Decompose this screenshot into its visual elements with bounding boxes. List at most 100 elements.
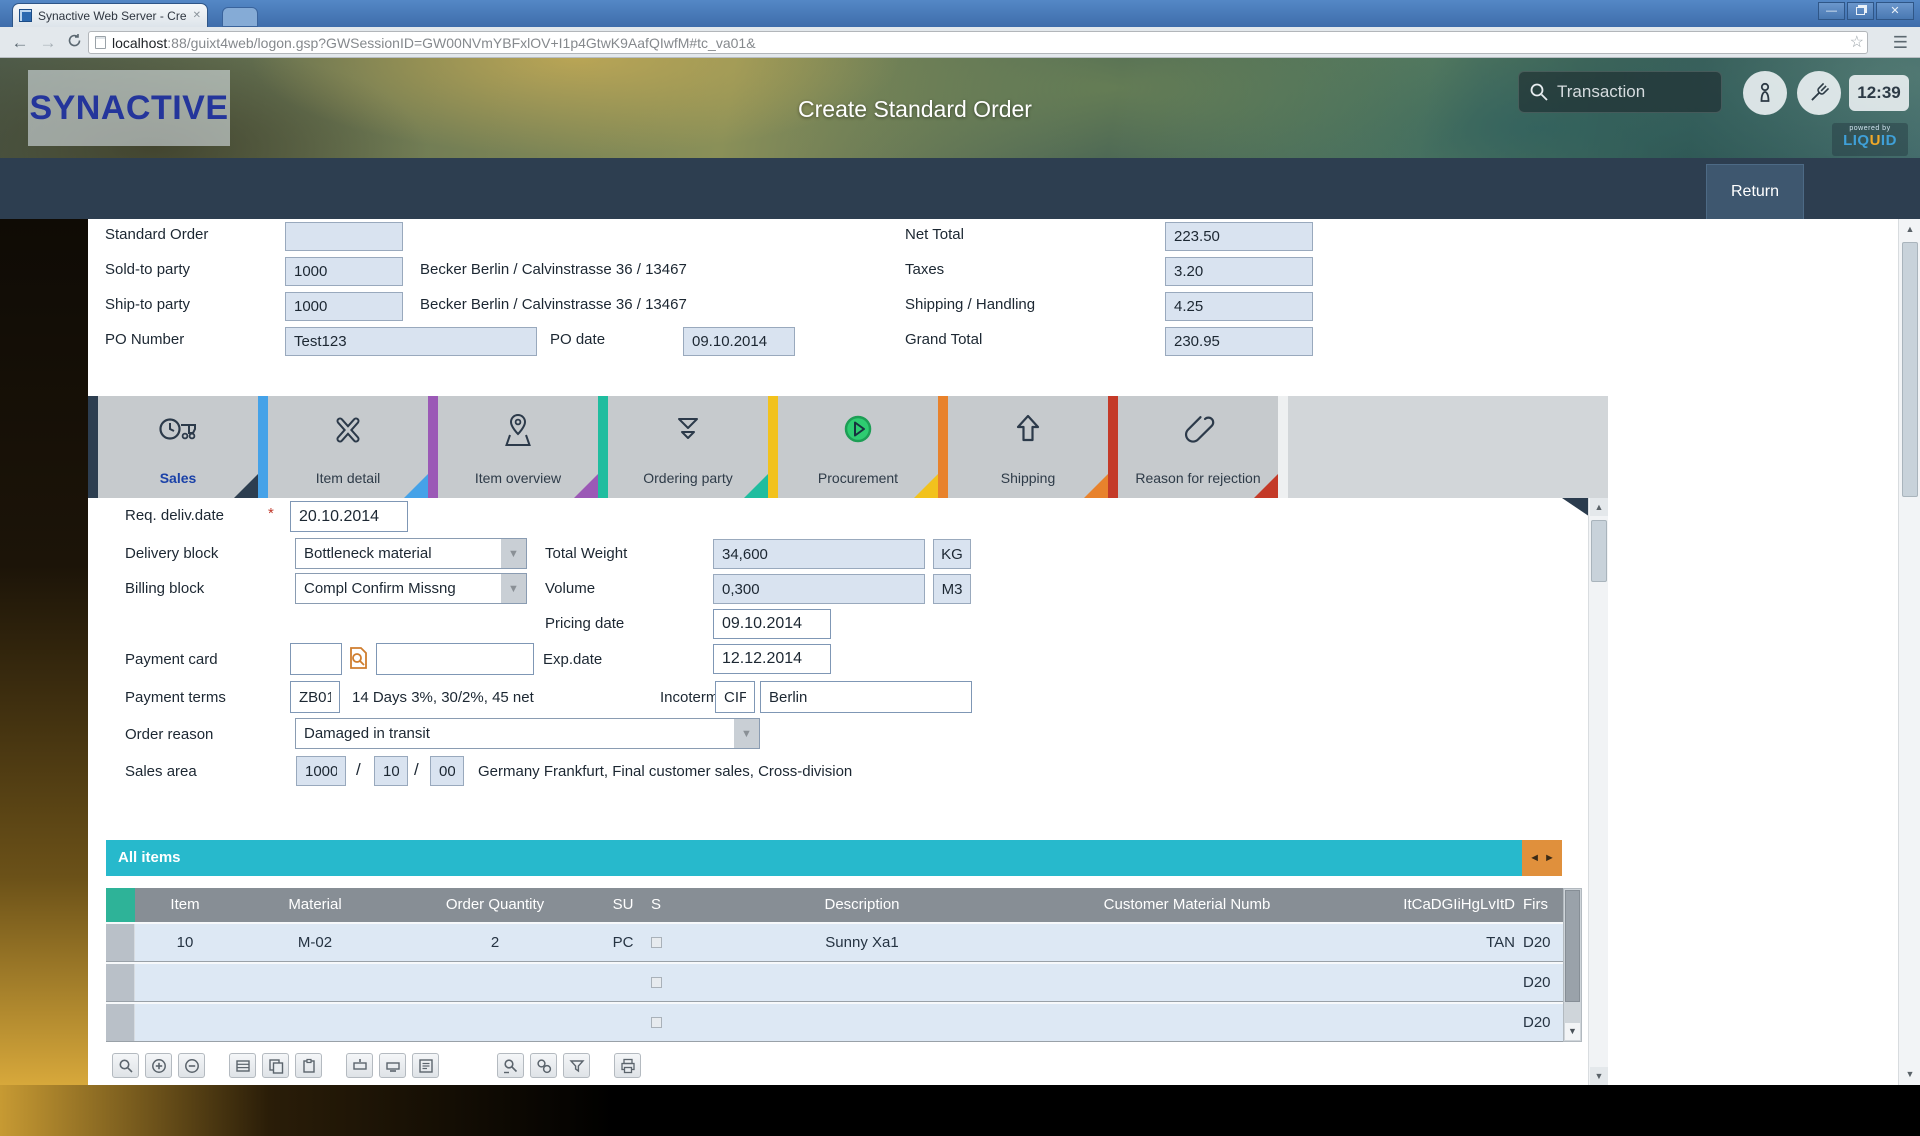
search-next-button[interactable] [530,1053,557,1078]
page-scrollbar-thumb[interactable] [1902,242,1918,497]
row-checkbox[interactable] [651,977,662,988]
forward-button[interactable]: → [36,31,60,55]
tab-ordering-party[interactable]: Ordering party [608,396,768,498]
cell-su[interactable] [595,1004,651,1041]
exp-date-input[interactable] [713,644,831,674]
sold-to-input[interactable] [285,257,403,286]
page-scroll-down-icon[interactable]: ▼ [1901,1066,1919,1083]
filter-button[interactable] [563,1053,590,1078]
select-rows-button[interactable] [229,1053,256,1078]
browser-tab[interactable]: Synactive Web Server - Crea ✕ [12,3,208,27]
tab-shipping[interactable]: Shipping [948,396,1108,498]
scroll-right-icon[interactable]: ► [1544,852,1555,864]
info-button[interactable] [1743,71,1787,115]
window-close-button[interactable]: ✕ [1876,2,1914,20]
cell-item-category[interactable] [1337,964,1523,1001]
select-all-cell[interactable] [106,888,135,922]
tab-reason-for-rejection[interactable]: Reason for rejection [1118,396,1278,498]
incoterms-location-input[interactable] [760,681,972,713]
refresh-button[interactable] [62,31,86,55]
cell-first-date[interactable]: D20 [1523,964,1563,1001]
table-scroll-arrows[interactable]: ◄ ► [1522,840,1562,876]
cell-description[interactable]: Sunny Xa1 [687,924,1037,961]
delivery-block-select[interactable]: Bottleneck material ▼ [295,538,527,569]
col-item[interactable]: Item [135,888,235,922]
cell-customer-material[interactable] [1037,964,1337,1001]
tab-close-icon[interactable]: ✕ [193,10,201,21]
table-row[interactable]: D20 [106,1002,1563,1042]
payment-card-number-input[interactable] [376,643,534,675]
col-itca-combined[interactable]: ItCaDGIiHgLvItD [1337,888,1523,922]
panel-vertical-scrollbar[interactable]: ▲ ▼ [1588,498,1608,1085]
row-selector[interactable] [106,964,135,1001]
cell-material[interactable] [235,1004,395,1041]
col-order-quantity[interactable]: Order Quantity [395,888,595,922]
cell-order-quantity[interactable] [395,964,595,1001]
back-button[interactable]: ← [8,31,32,55]
insert-row-button[interactable] [346,1053,373,1078]
new-tab-button[interactable] [222,7,258,27]
payment-terms-code-input[interactable] [290,681,340,713]
copy-row-button[interactable] [262,1053,289,1078]
col-material[interactable]: Material [235,888,395,922]
net-total-input[interactable] [1165,222,1313,251]
transaction-search-input[interactable] [1557,82,1697,102]
row-selector[interactable] [106,924,135,961]
cell-item[interactable]: 10 [135,924,235,961]
table-scrollbar-thumb[interactable] [1565,890,1580,1002]
req-deliv-date-input[interactable] [290,501,408,532]
chevron-down-icon[interactable]: ▼ [734,719,759,748]
volume-input[interactable] [713,574,925,604]
shipping-handling-input[interactable] [1165,292,1313,321]
window-minimize-button[interactable]: — [1818,2,1845,20]
cell-item[interactable] [135,964,235,1001]
cell-order-quantity[interactable] [395,1004,595,1041]
table-row[interactable]: 10 M-02 2 PC Sunny Xa1 TAN D20 [106,922,1563,962]
table-row[interactable]: D20 [106,962,1563,1002]
row-details-button[interactable] [412,1053,439,1078]
browser-menu-icon[interactable]: ☰ [1893,30,1908,55]
scroll-left-icon[interactable]: ◄ [1529,852,1540,864]
row-checkbox[interactable] [651,937,662,948]
cell-customer-material[interactable] [1037,1004,1337,1041]
cell-item[interactable] [135,1004,235,1041]
col-first-date[interactable]: Firs [1523,888,1563,922]
cell-item-category[interactable] [1337,1004,1523,1041]
paste-row-button[interactable] [295,1053,322,1078]
url-text[interactable]: localhost:88/guixt4web/logon.gsp?GWSessi… [112,35,1861,51]
row-checkbox[interactable] [651,1017,662,1028]
cell-material[interactable] [235,964,395,1001]
delete-row-button[interactable] [379,1053,406,1078]
tab-procurement[interactable]: Procurement [778,396,938,498]
search-items-button[interactable] [497,1053,524,1078]
cell-customer-material[interactable] [1037,924,1337,961]
chevron-down-icon[interactable]: ▼ [501,539,526,568]
card-search-icon[interactable] [347,645,371,678]
tools-button[interactable] [1797,71,1841,115]
cell-order-quantity[interactable]: 2 [395,924,595,961]
cell-first-date[interactable]: D20 [1523,1004,1563,1041]
panel-scrollbar-thumb[interactable] [1591,520,1607,582]
col-customer-material[interactable]: Customer Material Numb [1037,888,1337,922]
table-scroll-down-icon[interactable]: ▼ [1565,1023,1580,1040]
col-su[interactable]: SU [595,888,651,922]
division-input[interactable] [430,756,464,786]
panel-scroll-down-icon[interactable]: ▼ [1590,1067,1608,1085]
tab-item-detail[interactable]: Item detail [268,396,428,498]
add-row-button[interactable] [145,1053,172,1078]
ship-to-input[interactable] [285,292,403,321]
address-bar[interactable]: localhost:88/guixt4web/logon.gsp?GWSessi… [88,31,1868,54]
tab-item-overview[interactable]: Item overview [438,396,598,498]
transaction-search[interactable] [1518,71,1722,113]
distribution-channel-input[interactable] [374,756,408,786]
page-scroll-up-icon[interactable]: ▲ [1901,221,1919,238]
taxes-input[interactable] [1165,257,1313,286]
print-button[interactable] [614,1053,641,1078]
cell-material[interactable]: M-02 [235,924,395,961]
payment-card-type-input[interactable] [290,643,342,675]
col-s[interactable]: S [651,888,687,922]
cell-item-category[interactable]: TAN [1337,924,1523,961]
chevron-down-icon[interactable]: ▼ [501,574,526,603]
magnifier-button[interactable] [112,1053,139,1078]
total-weight-input[interactable] [713,539,925,569]
